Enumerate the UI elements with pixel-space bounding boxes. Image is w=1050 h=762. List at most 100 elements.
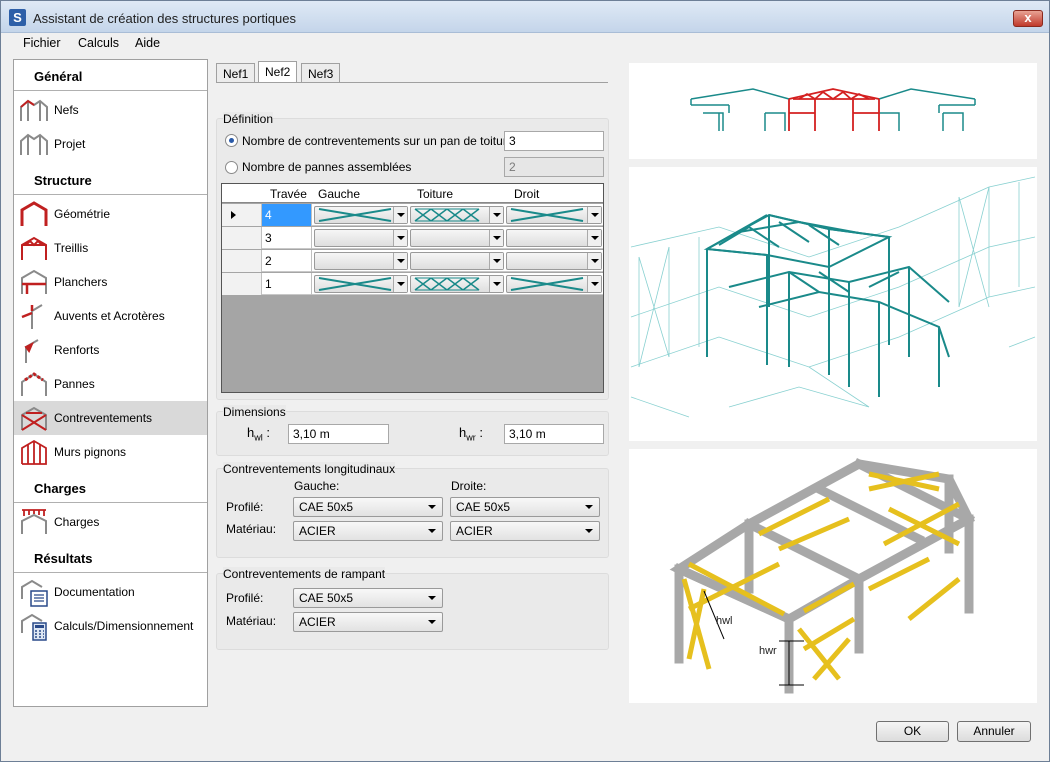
radio-contreventements[interactable] — [225, 134, 238, 147]
table-row[interactable]: 2 — [222, 250, 603, 272]
sidebar-item-renforts[interactable]: Renforts — [14, 333, 207, 367]
sidebar-item-label: Géométrie — [54, 207, 111, 221]
section-divider — [14, 572, 207, 573]
sidebar-item-label: Documentation — [54, 585, 135, 599]
cross-brace-icon — [318, 208, 392, 222]
grid-header: Travée Gauche Toiture Droit — [222, 184, 603, 203]
row-header — [222, 273, 262, 295]
rampant-material-select[interactable]: ACIER — [293, 612, 443, 632]
travee-cell[interactable]: 1 — [262, 273, 312, 295]
sidebar: Général Nefs Projet Structure Géométrie … — [13, 59, 208, 707]
floor-icon — [21, 269, 47, 294]
chevron-down-icon[interactable] — [489, 253, 503, 269]
cross-brace-icon — [510, 277, 584, 291]
chevron-down-icon[interactable] — [587, 253, 601, 269]
right-profile-select[interactable]: CAE 50x5 — [450, 497, 600, 517]
calculator-icon — [21, 613, 47, 641]
droit-combo[interactable] — [506, 229, 602, 247]
chevron-down-icon[interactable] — [393, 276, 407, 292]
sidebar-item-label: Projet — [54, 137, 86, 151]
chevron-down-icon[interactable] — [587, 230, 601, 246]
sidebar-item-geometrie[interactable]: Géométrie — [14, 197, 207, 231]
section-charges: Charges — [34, 481, 87, 496]
pannes-count-field: 2 — [504, 157, 604, 177]
sidebar-item-projet[interactable]: Projet — [14, 127, 207, 161]
menu-fichier[interactable]: Fichier — [23, 36, 61, 50]
cancel-button[interactable]: Annuler — [957, 721, 1031, 742]
travee-cell[interactable]: 4 — [262, 204, 312, 226]
toiture-combo[interactable] — [410, 229, 504, 247]
left-profile-select[interactable]: CAE 50x5 — [293, 497, 443, 517]
table-row[interactable]: 1 — [222, 273, 603, 295]
table-row[interactable]: 4 — [222, 204, 603, 226]
sidebar-item-label: Auvents et Acrotères — [54, 309, 165, 323]
row-pointer-icon — [231, 211, 236, 219]
hwr-annotation: hwr — [759, 645, 777, 657]
sidebar-item-label: Planchers — [54, 275, 108, 289]
table-row[interactable]: 3 — [222, 227, 603, 249]
travee-cell[interactable]: 3 — [262, 227, 312, 249]
travee-cell[interactable]: 2 — [262, 250, 312, 272]
sidebar-item-label: Contreventements — [54, 411, 153, 425]
left-material-select[interactable]: ACIER — [293, 521, 443, 541]
rampant-title: Contreventements de rampant — [223, 567, 386, 581]
sidebar-item-planchers[interactable]: Planchers — [14, 265, 207, 299]
chevron-down-icon[interactable] — [587, 276, 601, 292]
title-bar: S Assistant de création des structures p… — [1, 1, 1049, 33]
col-gauche: Gauche — [318, 187, 361, 201]
chevron-down-icon[interactable] — [587, 207, 601, 223]
sidebar-item-pannes[interactable]: Pannes — [14, 367, 207, 401]
toiture-combo[interactable] — [410, 206, 504, 224]
toiture-combo[interactable] — [410, 252, 504, 270]
chevron-down-icon[interactable] — [489, 230, 503, 246]
menu-calculs[interactable]: Calculs — [78, 36, 119, 50]
tab-nef2[interactable]: Nef2 — [258, 61, 298, 83]
contreventements-count-field[interactable]: 3 — [504, 131, 604, 151]
droit-combo[interactable] — [506, 275, 602, 293]
section-structure: Structure — [34, 173, 92, 188]
chevron-down-icon[interactable] — [393, 230, 407, 246]
rampant-profile-select[interactable]: CAE 50x5 — [293, 588, 443, 608]
profile-label: Profilé: — [226, 591, 264, 605]
material-label: Matériau: — [226, 614, 277, 628]
hwr-field[interactable]: 3,10 m — [504, 424, 604, 444]
section-general: Général — [34, 69, 83, 84]
droit-combo[interactable] — [506, 206, 602, 224]
right-material-select[interactable]: ACIER — [450, 521, 600, 541]
gauche-combo[interactable] — [314, 275, 408, 293]
sidebar-item-treillis[interactable]: Treillis — [14, 231, 207, 265]
sidebar-item-auvents[interactable]: Auvents et Acrotères — [14, 299, 207, 333]
tab-nef3[interactable]: Nef3 — [301, 63, 341, 83]
radio-pannes[interactable] — [225, 161, 238, 174]
frame-icon — [20, 99, 48, 121]
close-icon[interactable]: x — [1013, 10, 1043, 27]
section-divider — [14, 90, 207, 91]
chevron-down-icon[interactable] — [393, 207, 407, 223]
sidebar-item-calculs[interactable]: Calculs/Dimensionnement — [14, 609, 207, 643]
sidebar-item-charges[interactable]: Charges — [14, 505, 207, 539]
chevron-down-icon[interactable] — [489, 276, 503, 292]
chevron-down-icon[interactable] — [489, 207, 503, 223]
section-divider — [14, 194, 207, 195]
chevron-down-icon[interactable] — [393, 253, 407, 269]
sidebar-item-documentation[interactable]: Documentation — [14, 575, 207, 609]
geometry-icon — [20, 201, 48, 226]
gauche-combo[interactable] — [314, 252, 408, 270]
gauche-combo[interactable] — [314, 229, 408, 247]
toiture-combo[interactable] — [410, 275, 504, 293]
gauche-combo[interactable] — [314, 206, 408, 224]
col-toiture: Toiture — [417, 187, 454, 201]
option2-label: Nombre de pannes assemblées — [242, 160, 412, 174]
ok-button[interactable]: OK — [876, 721, 949, 742]
hwl-field[interactable]: 3,10 m — [288, 424, 389, 444]
dialog-window: S Assistant de création des structures p… — [0, 0, 1050, 762]
cross-brace-icon — [318, 277, 392, 291]
sidebar-item-label: Treillis — [54, 241, 89, 255]
sidebar-item-nefs[interactable]: Nefs — [14, 93, 207, 127]
section-resultats: Résultats — [34, 551, 93, 566]
menu-aide[interactable]: Aide — [135, 36, 160, 50]
droit-combo[interactable] — [506, 252, 602, 270]
sidebar-item-contreventements[interactable]: Contreventements — [14, 401, 207, 435]
tab-nef1[interactable]: Nef1 — [216, 63, 256, 83]
sidebar-item-murs-pignons[interactable]: Murs pignons — [14, 435, 207, 469]
